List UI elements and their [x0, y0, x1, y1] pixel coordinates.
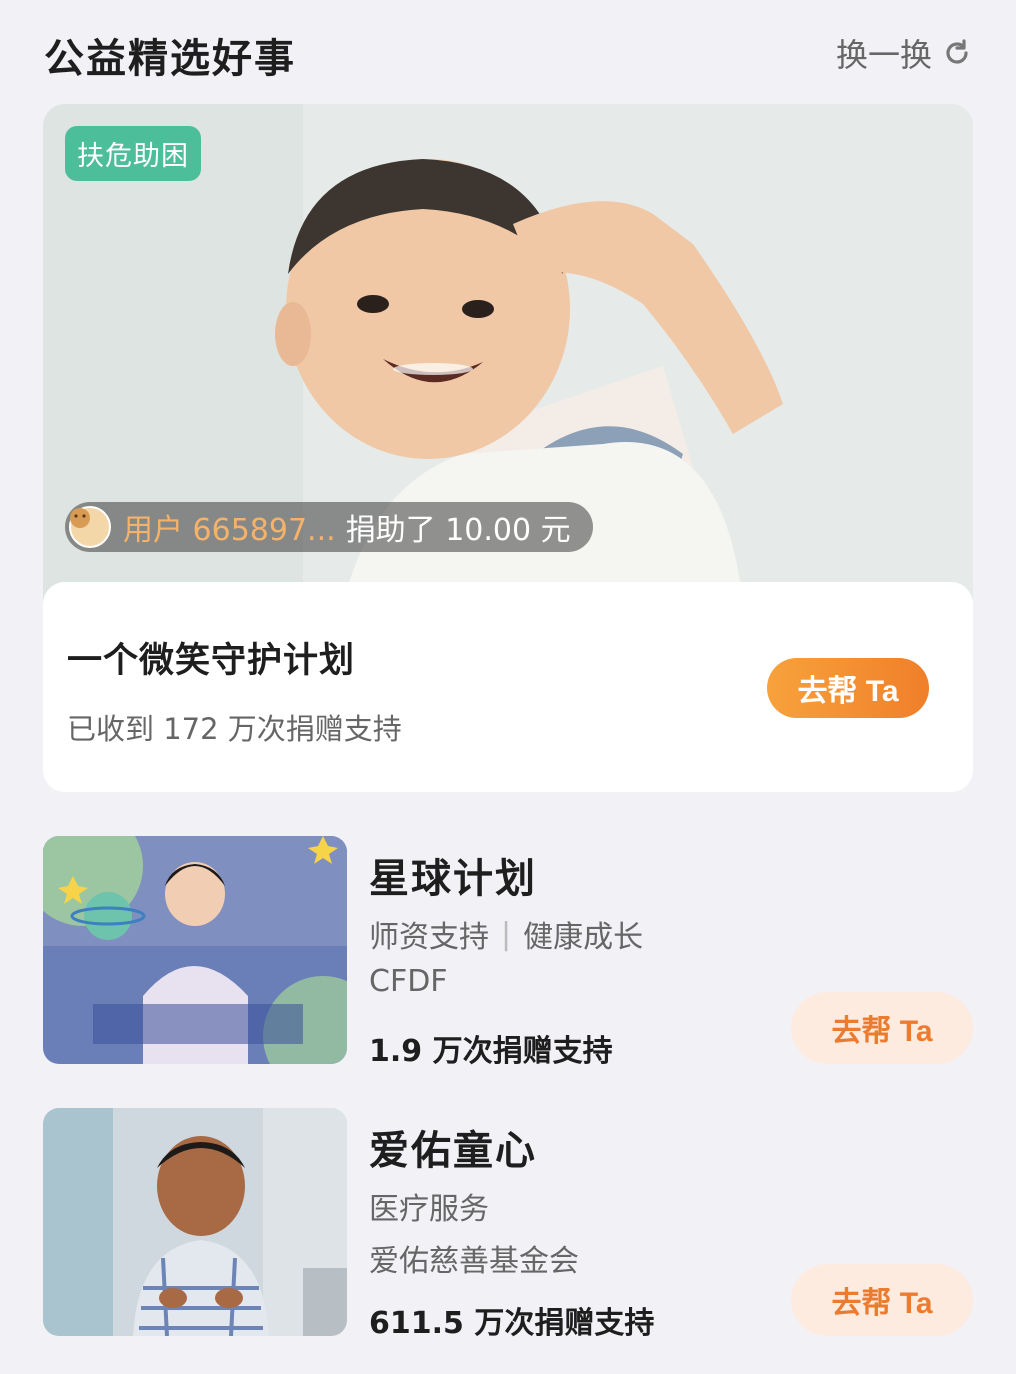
- refresh-label: 换一换: [835, 36, 932, 74]
- donor-name: 用户 665897...: [123, 513, 336, 548]
- featured-project-card[interactable]: 扶危助困 用户 665897... 捐助了 10.00 元 一个微笑守护计划 已…: [43, 104, 973, 792]
- help-button[interactable]: 去帮 Ta: [767, 658, 929, 718]
- featured-project-photo: 扶危助困 用户 665897... 捐助了 10.00 元: [43, 104, 973, 604]
- list-item[interactable]: 星球计划 师资支持 | 健康成长 CFDF 1.9 万次捐赠支持 去帮 Ta: [43, 836, 973, 1069]
- category-badge: 扶危助困: [65, 126, 201, 181]
- project-name: 星球计划: [369, 856, 537, 902]
- donation-count: 已收到 172 万次捐赠支持: [67, 712, 402, 746]
- donor-avatar: [69, 506, 111, 548]
- organization-name: 爱佑慈善基金会: [369, 1244, 579, 1279]
- project-thumbnail: [43, 1108, 347, 1336]
- help-button[interactable]: 去帮 Ta: [791, 992, 973, 1064]
- project-tags: 医疗服务: [369, 1184, 489, 1228]
- organization-name: CFDF: [369, 964, 448, 999]
- project-tags: 师资支持 | 健康成长: [369, 912, 643, 956]
- tag: 师资支持: [369, 920, 489, 955]
- project-thumbnail: [43, 836, 347, 1064]
- list-item[interactable]: 爱佑童心 医疗服务 爱佑慈善基金会 611.5 万次捐赠支持 去帮 Ta: [43, 1108, 973, 1341]
- tag-separator: |: [501, 916, 512, 952]
- tag: 医疗服务: [369, 1192, 489, 1227]
- refresh-icon: [946, 39, 968, 64]
- section-header: 公益精选好事 换一换: [0, 0, 1016, 104]
- recent-donation-ticker: 用户 665897... 捐助了 10.00 元: [65, 502, 593, 552]
- section-title: 公益精选好事: [44, 36, 296, 82]
- donation-count: 1.9 万次捐赠支持: [369, 1034, 613, 1069]
- tag: 健康成长: [523, 920, 644, 955]
- featured-project-info: 一个微笑守护计划 已收到 172 万次捐赠支持 去帮 Ta: [43, 582, 973, 792]
- donation-amount-text: 捐助了 10.00 元: [345, 513, 571, 548]
- project-name: 一个微笑守护计划: [67, 641, 356, 681]
- help-button[interactable]: 去帮 Ta: [791, 1264, 973, 1336]
- project-name: 爱佑童心: [369, 1128, 537, 1174]
- donation-count: 611.5 万次捐赠支持: [369, 1306, 655, 1341]
- refresh-button[interactable]: 换一换: [836, 30, 972, 76]
